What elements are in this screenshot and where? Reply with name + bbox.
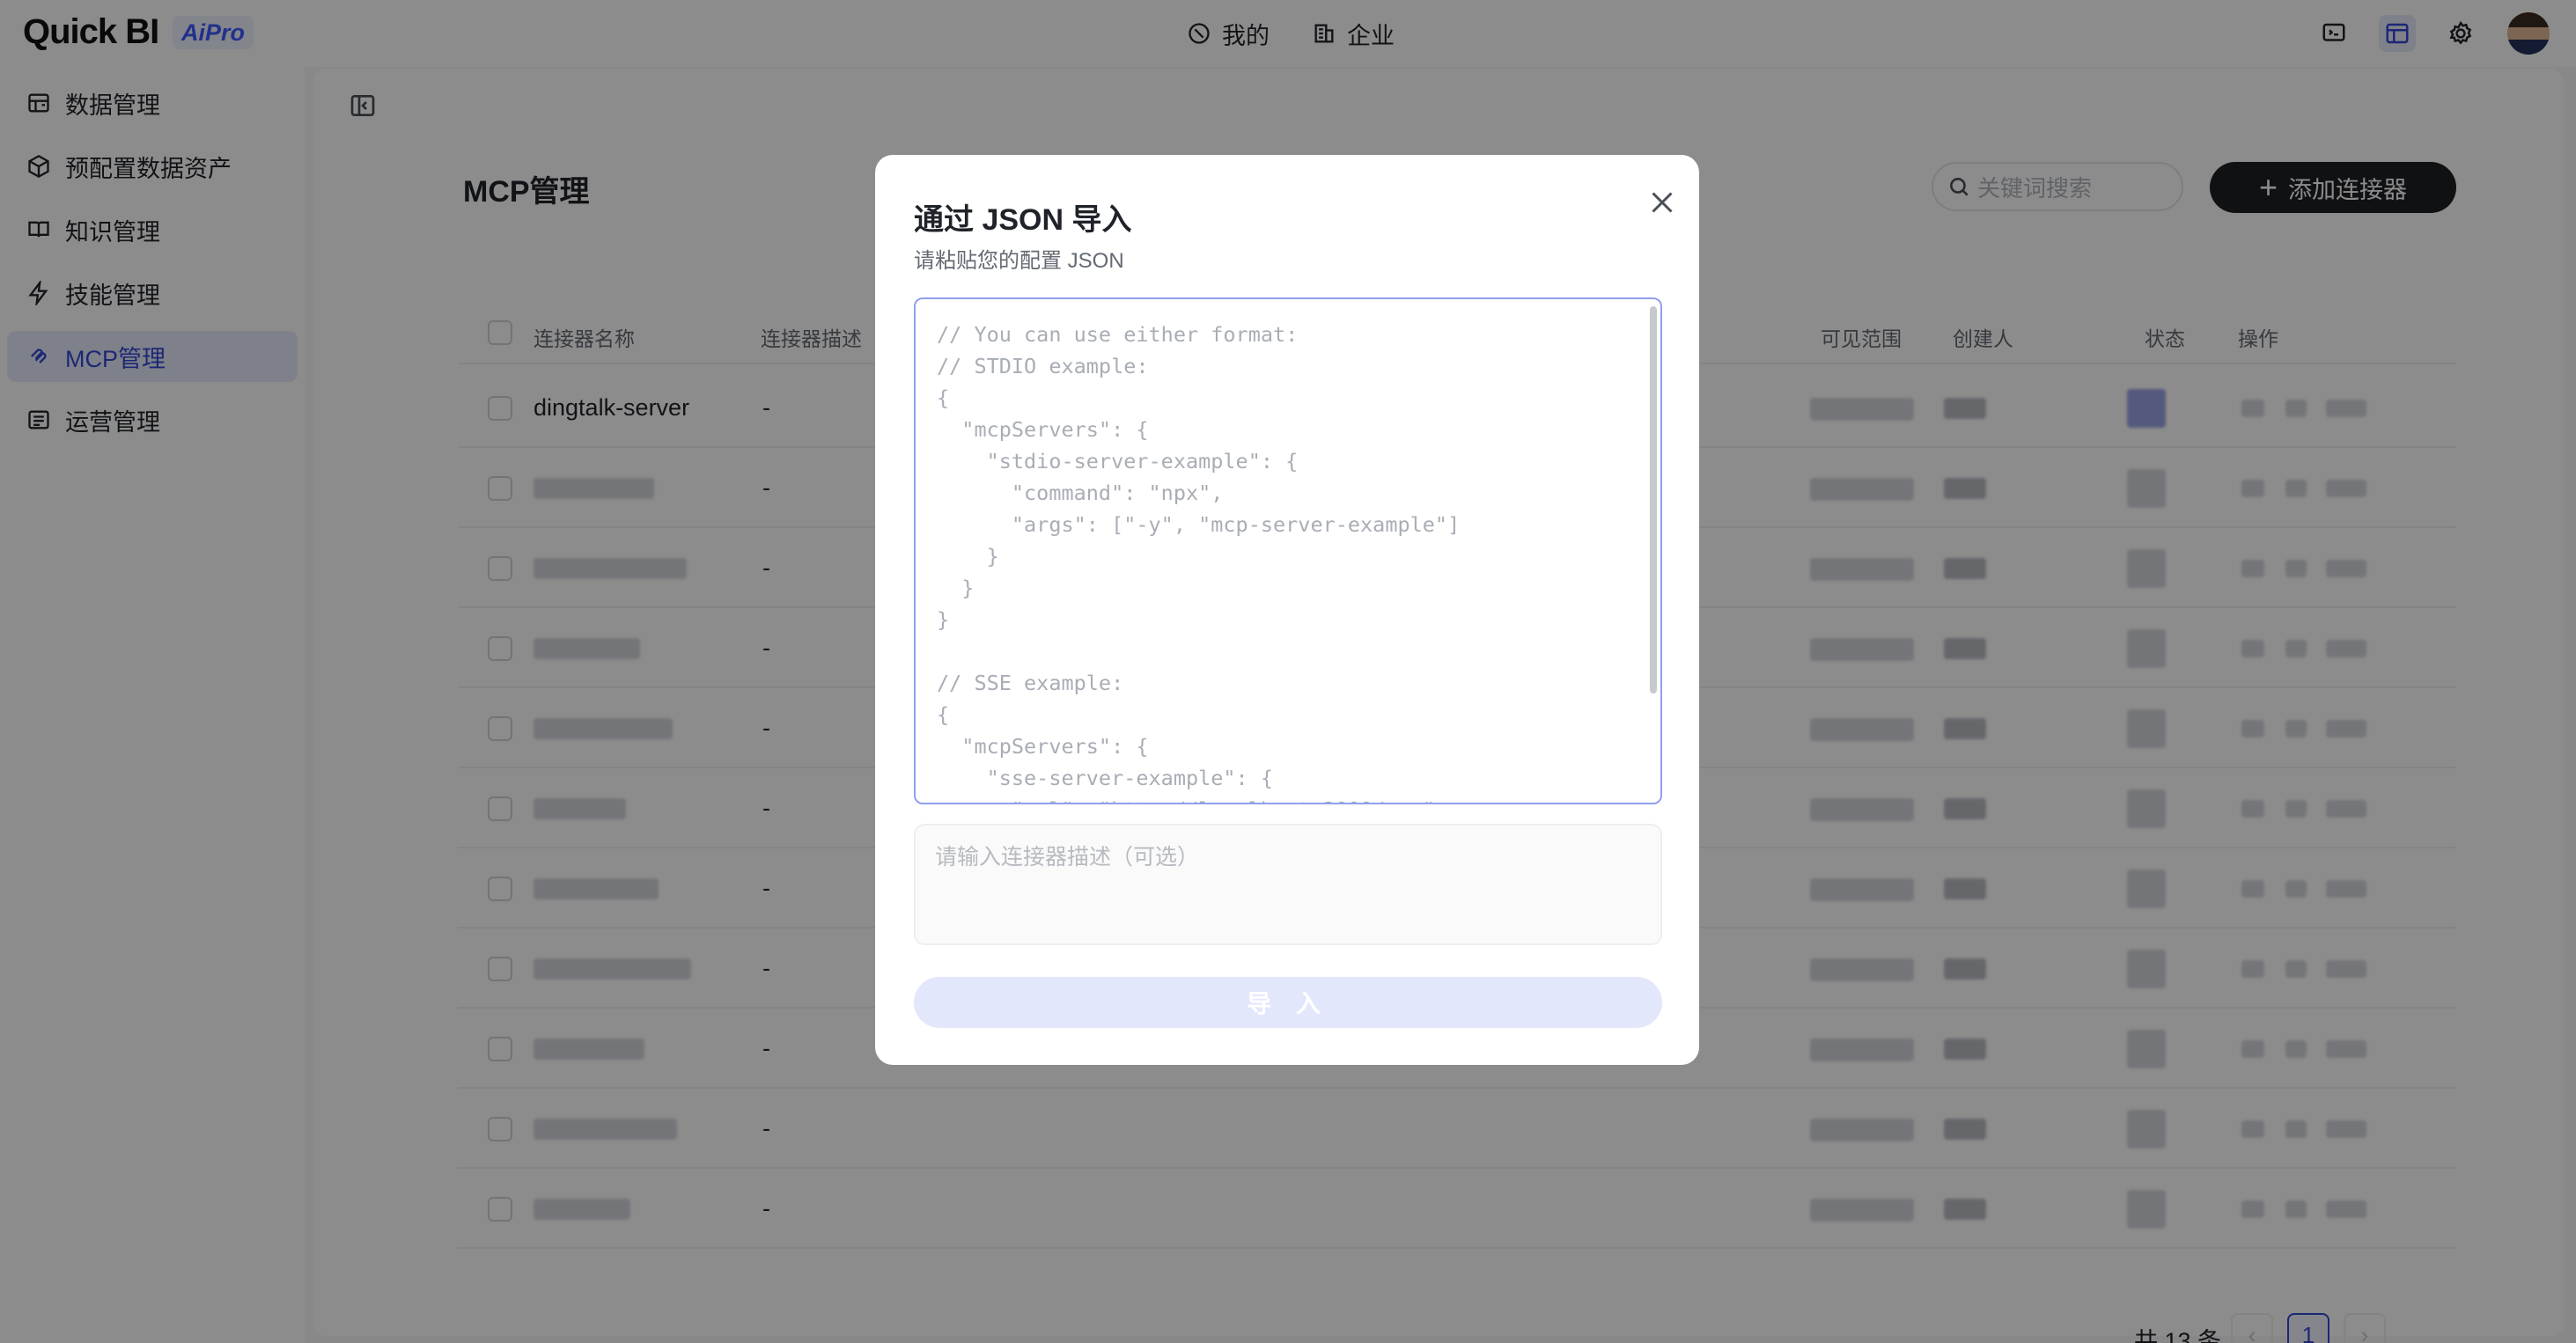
json-import-dialog: 通过 JSON 导入 请粘贴您的配置 JSON // You can use e… bbox=[875, 155, 1699, 1065]
scrollbar-thumb[interactable] bbox=[1650, 306, 1657, 694]
textarea-scrollbar[interactable] bbox=[1650, 306, 1657, 799]
json-placeholder: // You can use either format: // STDIO e… bbox=[937, 322, 1461, 803]
dialog-title: 通过 JSON 导入 bbox=[914, 203, 1132, 237]
json-textarea[interactable]: // You can use either format: // STDIO e… bbox=[914, 297, 1662, 804]
dialog-subtitle: 请粘贴您的配置 JSON bbox=[914, 249, 1124, 273]
import-button[interactable]: 导 入 bbox=[914, 977, 1662, 1028]
connector-description-input[interactable]: 请输入连接器描述（可选） bbox=[914, 824, 1662, 945]
description-placeholder: 请输入连接器描述（可选） bbox=[935, 845, 1200, 870]
close-icon[interactable] bbox=[1646, 187, 1678, 218]
